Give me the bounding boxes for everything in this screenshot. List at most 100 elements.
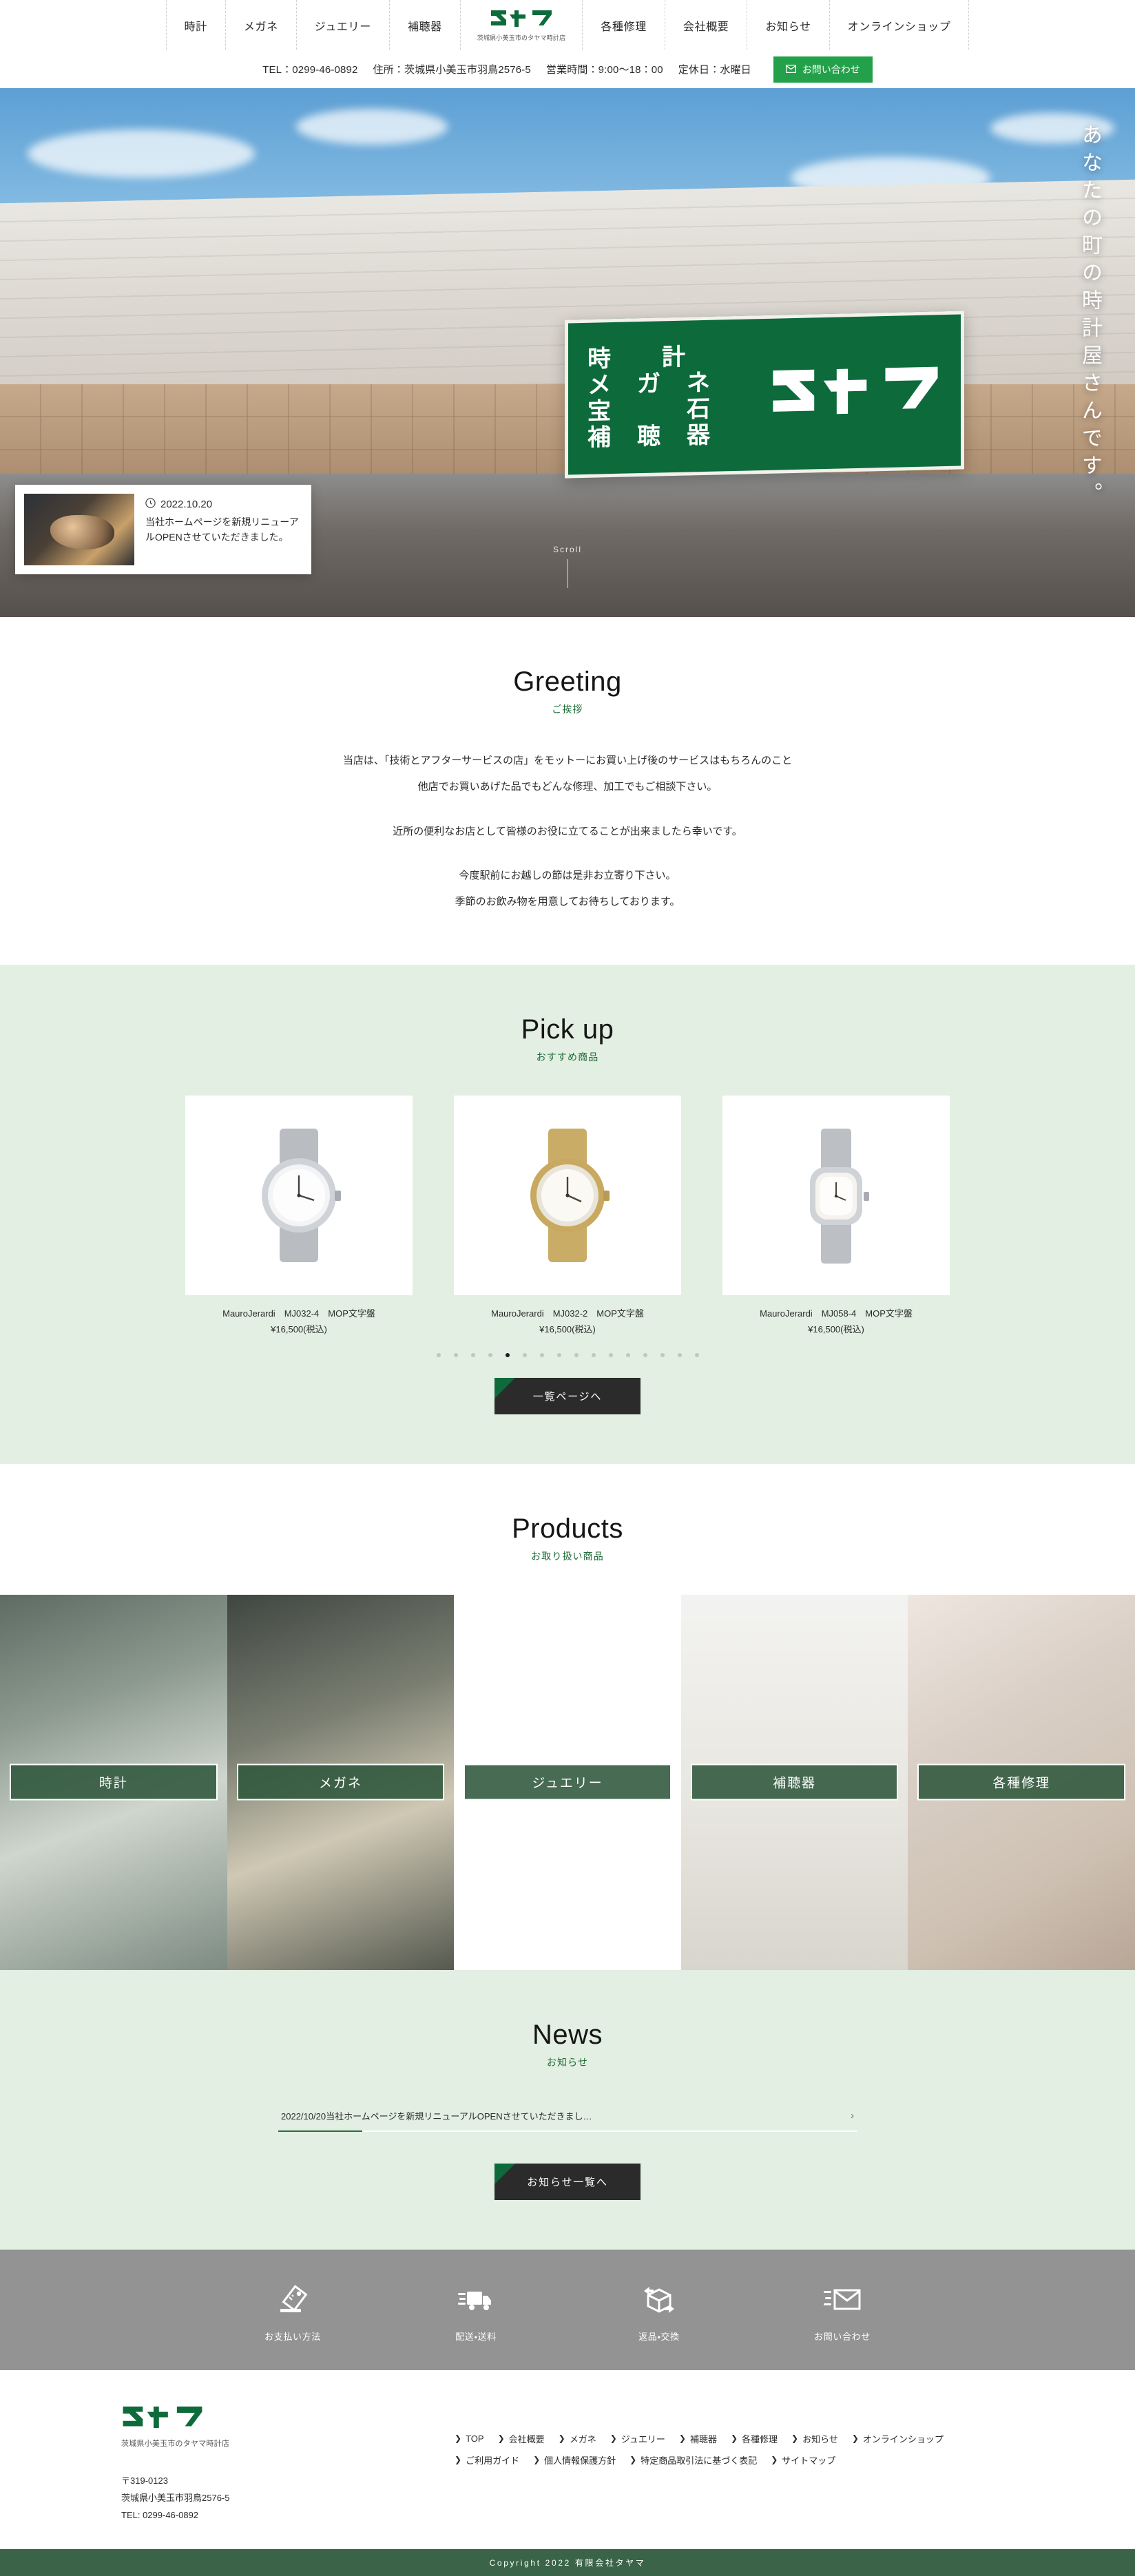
carousel-dot[interactable] <box>488 1352 492 1357</box>
carousel-dot[interactable] <box>694 1352 699 1357</box>
product-name: MauroJerardi MJ032-2 MOP文字盤 <box>491 1308 644 1319</box>
nav-item-company[interactable]: 会社概要 <box>665 0 748 50</box>
carousel-dot[interactable] <box>436 1352 441 1357</box>
chevron-right-icon: › <box>851 2109 854 2122</box>
contact-infobar: TEL：0299-46-0892 住所：茨城県小美玉市羽鳥2576-5 営業時間… <box>0 50 1135 88</box>
footer-link[interactable]: ❯ 会社概要 <box>498 2432 545 2445</box>
return-box-icon <box>607 2280 711 2320</box>
carousel-pagination[interactable] <box>0 1352 1135 1357</box>
product-image <box>454 1096 681 1296</box>
product-tile-jewelry[interactable]: ジュエリー <box>454 1595 681 1970</box>
nav-item-jewelry[interactable]: ジュエリー <box>297 0 390 50</box>
carousel-dot[interactable] <box>660 1352 665 1357</box>
product-price: ¥16,500(税込) <box>271 1324 327 1334</box>
pickup-product-card[interactable]: MauroJerardi MJ032-4 MOP文字盤 ¥16,500(税込) <box>185 1096 413 1338</box>
carousel-dot[interactable] <box>608 1352 613 1357</box>
footer-link[interactable]: ❯ メガネ <box>559 2432 596 2445</box>
service-payment[interactable]: お支払い方法 <box>241 2280 344 2343</box>
news-section: News お知らせ 2022/10/20当社ホームページを新規リニューアルOPE… <box>0 1969 1135 2250</box>
nav-item-hearing-aids[interactable]: 補聴器 <box>390 0 461 50</box>
carousel-dot[interactable] <box>556 1352 561 1357</box>
product-tile-hearing-aids[interactable]: 補聴器 <box>680 1594 908 1970</box>
product-price: ¥16,500(税込) <box>808 1324 864 1334</box>
service-returns[interactable]: 返品・交換 <box>607 2280 711 2343</box>
footer-address: 〒319-0123 茨城県小美玉市羽鳥2576-5 TEL: 0299-46-0… <box>121 2472 455 2524</box>
service-label: お問い合わせ <box>814 2331 871 2342</box>
footer-link[interactable]: ❯ TOP <box>455 2432 484 2445</box>
carousel-dot[interactable] <box>470 1352 475 1357</box>
footer-link-label: ご利用ガイド <box>466 2455 520 2466</box>
contact-button[interactable]: お問い合わせ <box>773 56 873 83</box>
chevron-right-icon: ❯ <box>558 2433 565 2444</box>
news-list-item[interactable]: 2022/10/20当社ホームページを新規リニューアルOPENさせていただきまし… <box>278 2101 857 2132</box>
tile-label: メガネ <box>236 1763 445 1801</box>
cloud-decoration <box>28 129 255 178</box>
signboard-text: 時 計 メ ガ ネ 宝 石 補 聴 器 <box>587 344 711 451</box>
footer-logo-icon[interactable] <box>121 2406 204 2433</box>
carousel-dot[interactable] <box>539 1352 544 1357</box>
service-label: 配送・送料 <box>455 2331 497 2342</box>
news-item-text: 2022/10/20当社ホームページを新規リニューアルOPENさせていただきまし… <box>281 2111 592 2122</box>
footer-link-label: 各種修理 <box>742 2433 778 2444</box>
service-contact[interactable]: お問い合わせ <box>791 2280 894 2343</box>
news-card-date-row: 2022.10.20 <box>145 498 302 511</box>
carousel-dot[interactable] <box>522 1352 527 1357</box>
footer-telephone: TEL: 0299-46-0892 <box>121 2510 199 2521</box>
carousel-dot[interactable] <box>505 1352 510 1357</box>
footer-link[interactable]: ❯ お知らせ <box>791 2432 838 2445</box>
phone-number: TEL：0299-46-0892 <box>262 64 358 76</box>
pickup-title-en: Pick up <box>521 1014 614 1045</box>
footer-link[interactable]: ❯ ご利用ガイド <box>455 2453 519 2467</box>
service-shipping[interactable]: 配送・送料 <box>424 2280 528 2343</box>
footer-links-row-2: ❯ ご利用ガイド ❯ 個人情報保護方針 ❯ 特定商品取引法に基づく表記 ❯ サイトマップ <box>455 2453 964 2467</box>
store-signboard: 時 計 メ ガ ネ 宝 石 補 聴 器 <box>565 311 964 479</box>
footer-link[interactable]: ❯ 各種修理 <box>731 2432 778 2445</box>
tile-label: 各種修理 <box>917 1763 1125 1801</box>
news-card-text: 当社ホームページを新規リニューアルOPENさせていただきました。 <box>145 516 299 543</box>
nav-item-news[interactable]: お知らせ <box>747 0 830 50</box>
pickup-list-button[interactable]: 一覧ページへ <box>494 1377 641 1414</box>
carousel-dot[interactable] <box>453 1352 458 1357</box>
pickup-product-card[interactable]: MauroJerardi MJ032-2 MOP文字盤 ¥16,500(税込) <box>454 1096 681 1338</box>
chevron-right-icon: ❯ <box>497 2433 505 2444</box>
footer-company-info: 茨城県小美玉市のタヤマ時計店 〒319-0123 茨城県小美玉市羽鳥2576-5… <box>0 2405 455 2524</box>
nav-item-online-shop[interactable]: オンラインショップ <box>830 0 970 50</box>
carousel-dot[interactable] <box>625 1352 630 1357</box>
nav-item-repairs[interactable]: 各種修理 <box>583 0 665 50</box>
product-tile-repairs[interactable]: 各種修理 <box>908 1594 1135 1970</box>
pickup-product-card[interactable]: MauroJerardi MJ058-4 MOP文字盤 ¥16,500(税込) <box>722 1096 950 1338</box>
carousel-dot[interactable] <box>574 1352 579 1357</box>
footer-link[interactable]: ❯ オンラインショップ <box>852 2432 944 2445</box>
cloud-decoration <box>296 109 448 145</box>
chevron-right-icon: ❯ <box>533 2455 541 2465</box>
truck-icon <box>424 2280 528 2320</box>
carousel-dot[interactable] <box>643 1352 647 1357</box>
footer-link[interactable]: ❯ ジュエリー <box>610 2432 665 2445</box>
footer-link[interactable]: ❯ サイトマップ <box>771 2453 835 2467</box>
greeting-title-en: Greeting <box>513 667 622 697</box>
logo-subtitle: 茨城県小美玉市のタヤマ時計店 <box>477 34 566 41</box>
product-tile-watches[interactable]: 時計 <box>0 1594 227 1970</box>
nav-item-glasses[interactable]: メガネ <box>226 0 297 50</box>
hero-tagline: あなたの町の時計屋さんです。 <box>1079 124 1101 510</box>
news-list-button[interactable]: お知らせ一覧へ <box>494 2163 641 2200</box>
product-tile-glasses[interactable]: メガネ <box>227 1594 455 1970</box>
chevron-right-icon: ❯ <box>730 2433 738 2444</box>
carousel-dot[interactable] <box>677 1352 682 1357</box>
footer-link[interactable]: ❯ 補聴器 <box>679 2432 717 2445</box>
footer-link[interactable]: ❯ 個人情報保護方針 <box>533 2453 616 2467</box>
footer-link-label: 特定商品取引法に基づく表記 <box>641 2455 758 2466</box>
site-logo[interactable]: 茨城県小美玉市のタヤマ時計店 <box>461 0 583 50</box>
clock-icon <box>145 498 156 511</box>
mail-icon <box>785 64 796 75</box>
news-card-date: 2022.10.20 <box>160 499 213 510</box>
hero-news-card[interactable]: 2022.10.20 当社ホームページを新規リニューアルOPENさせていただきま… <box>15 485 311 574</box>
nav-item-watches[interactable]: 時計 <box>165 0 226 50</box>
carousel-dot[interactable] <box>591 1352 596 1357</box>
pickup-section: Pick up おすすめ商品 MauroJerardi MJ032-4 MOP文… <box>0 965 1135 1464</box>
tile-label: 時計 <box>10 1763 218 1801</box>
chevron-right-icon: ❯ <box>455 2433 462 2444</box>
footer-link[interactable]: ❯ 特定商品取引法に基づく表記 <box>629 2453 757 2467</box>
news-heading: News お知らせ <box>0 2020 1135 2069</box>
footer-link-label: 会社概要 <box>508 2433 545 2444</box>
